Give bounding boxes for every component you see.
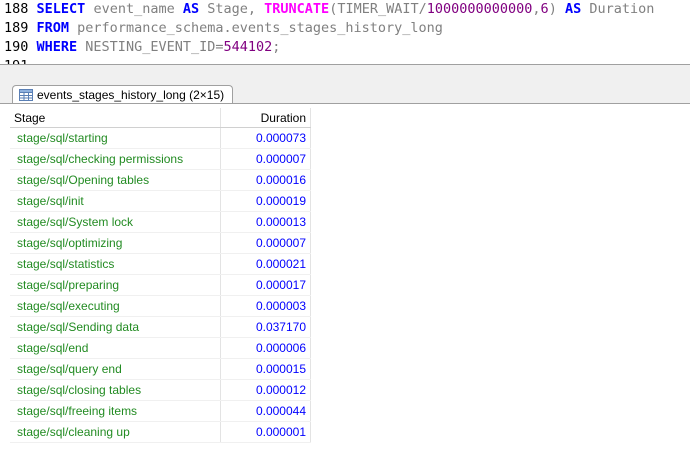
result-grid-area: Stage Duration stage/sql/starting 0.00007… <box>0 104 690 451</box>
stage-cell[interactable]: stage/sql/end <box>10 337 221 359</box>
table-row[interactable]: stage/sql/cleaning up 0.000001 <box>10 421 311 443</box>
stage-cell[interactable]: stage/sql/query end <box>10 358 221 380</box>
stage-cell[interactable]: stage/sql/System lock <box>10 211 221 233</box>
stage-cell[interactable]: stage/sql/Sending data <box>10 316 221 338</box>
duration-cell[interactable]: 0.000015 <box>220 358 311 380</box>
sql-token: 1000000000000 <box>426 1 533 17</box>
sql-token: ) <box>548 1 565 17</box>
table-row[interactable]: stage/sql/optimizing 0.000007 <box>10 232 311 254</box>
result-tab[interactable]: events_stages_history_long (2×15) <box>12 85 234 104</box>
duration-cell[interactable]: 0.000001 <box>220 421 311 443</box>
sql-token: FROM <box>36 20 70 36</box>
duration-cell[interactable]: 0.000007 <box>220 148 311 170</box>
stage-cell[interactable]: stage/sql/optimizing <box>10 232 221 254</box>
table-row[interactable]: stage/sql/executing 0.000003 <box>10 295 311 317</box>
stage-cell[interactable]: stage/sql/closing tables <box>10 379 221 401</box>
duration-cell[interactable]: 0.000012 <box>220 379 311 401</box>
table-row[interactable]: stage/sql/init 0.000019 <box>10 190 311 212</box>
table-row[interactable]: stage/sql/statistics 0.000021 <box>10 253 311 275</box>
sql-token: Duration <box>581 1 655 17</box>
sql-token: AS <box>182 1 200 17</box>
sql-token: TRUNCATE <box>264 1 330 17</box>
table-row[interactable]: stage/sql/closing tables 0.000012 <box>10 379 311 401</box>
table-row[interactable]: stage/sql/starting 0.000073 <box>10 127 311 149</box>
result-tab-label: events_stages_history_long (2×15) <box>37 88 225 102</box>
result-tab-strip: events_stages_history_long (2×15) <box>0 65 690 104</box>
table-row[interactable]: stage/sql/System lock 0.000013 <box>10 211 311 233</box>
duration-cell[interactable]: 0.000007 <box>220 232 311 254</box>
duration-cell[interactable]: 0.000003 <box>220 295 311 317</box>
table-row[interactable]: stage/sql/Opening tables 0.000016 <box>10 169 311 191</box>
stage-cell[interactable]: stage/sql/preparing <box>10 274 221 296</box>
column-header-stage[interactable]: Stage <box>10 108 221 128</box>
line-number: 189 <box>4 20 29 36</box>
table-row[interactable]: stage/sql/Sending data 0.037170 <box>10 316 311 338</box>
stage-cell[interactable]: stage/sql/starting <box>10 127 221 149</box>
sql-token: 544102 <box>223 39 273 55</box>
duration-cell[interactable]: 0.000021 <box>220 253 311 275</box>
result-grid[interactable]: Stage Duration stage/sql/starting 0.00007… <box>10 108 311 443</box>
grid-header-row: Stage Duration <box>10 108 311 128</box>
stage-cell[interactable]: stage/sql/freeing items <box>10 400 221 422</box>
sql-token: SELECT <box>36 1 86 17</box>
duration-cell[interactable]: 0.000013 <box>220 211 311 233</box>
stage-cell[interactable]: stage/sql/executing <box>10 295 221 317</box>
table-row[interactable]: stage/sql/preparing 0.000017 <box>10 274 311 296</box>
sql-token: Stage, <box>199 1 265 17</box>
duration-cell[interactable]: 0.000017 <box>220 274 311 296</box>
sql-token: WHERE <box>36 39 78 55</box>
table-row[interactable]: stage/sql/query end 0.000015 <box>10 358 311 380</box>
duration-cell[interactable]: 0.037170 <box>220 316 311 338</box>
sql-token: , <box>532 1 541 17</box>
duration-cell[interactable]: 0.000016 <box>220 169 311 191</box>
sql-token: 6 <box>540 1 549 17</box>
table-row[interactable]: stage/sql/end 0.000006 <box>10 337 311 359</box>
sql-token: ; <box>272 39 281 55</box>
duration-cell[interactable]: 0.000073 <box>220 127 311 149</box>
sql-token: (TIMER_WAIT/ <box>329 1 427 17</box>
table-row[interactable]: stage/sql/checking permissions 0.000007 <box>10 148 311 170</box>
code-line[interactable]: 191 <box>0 57 690 64</box>
stage-cell[interactable]: stage/sql/checking permissions <box>10 148 221 170</box>
line-number: 190 <box>4 39 29 55</box>
stage-cell[interactable]: stage/sql/init <box>10 190 221 212</box>
stage-cell[interactable]: stage/sql/statistics <box>10 253 221 275</box>
duration-cell[interactable]: 0.000044 <box>220 400 311 422</box>
sql-token: performance_schema.events_stages_history… <box>69 20 443 36</box>
stage-cell[interactable]: stage/sql/Opening tables <box>10 169 221 191</box>
duration-cell[interactable]: 0.000006 <box>220 337 311 359</box>
code-line[interactable]: 188 SELECT event_name AS Stage, TRUNCATE… <box>0 0 690 19</box>
sql-token: AS <box>564 1 582 17</box>
table-grid-icon <box>19 89 33 101</box>
table-row[interactable]: stage/sql/freeing items 0.000044 <box>10 400 311 422</box>
duration-cell[interactable]: 0.000019 <box>220 190 311 212</box>
sql-token: event_name <box>85 1 183 17</box>
line-number: 188 <box>4 1 29 17</box>
code-line[interactable]: 189 FROM performance_schema.events_stage… <box>0 19 690 38</box>
column-header-duration[interactable]: Duration <box>220 108 311 128</box>
stage-cell[interactable]: stage/sql/cleaning up <box>10 421 221 443</box>
sql-token: NESTING_EVENT_ID= <box>77 39 224 55</box>
sql-editor[interactable]: 188 SELECT event_name AS Stage, TRUNCATE… <box>0 0 690 64</box>
code-line[interactable]: 190 WHERE NESTING_EVENT_ID=544102; <box>0 38 690 57</box>
